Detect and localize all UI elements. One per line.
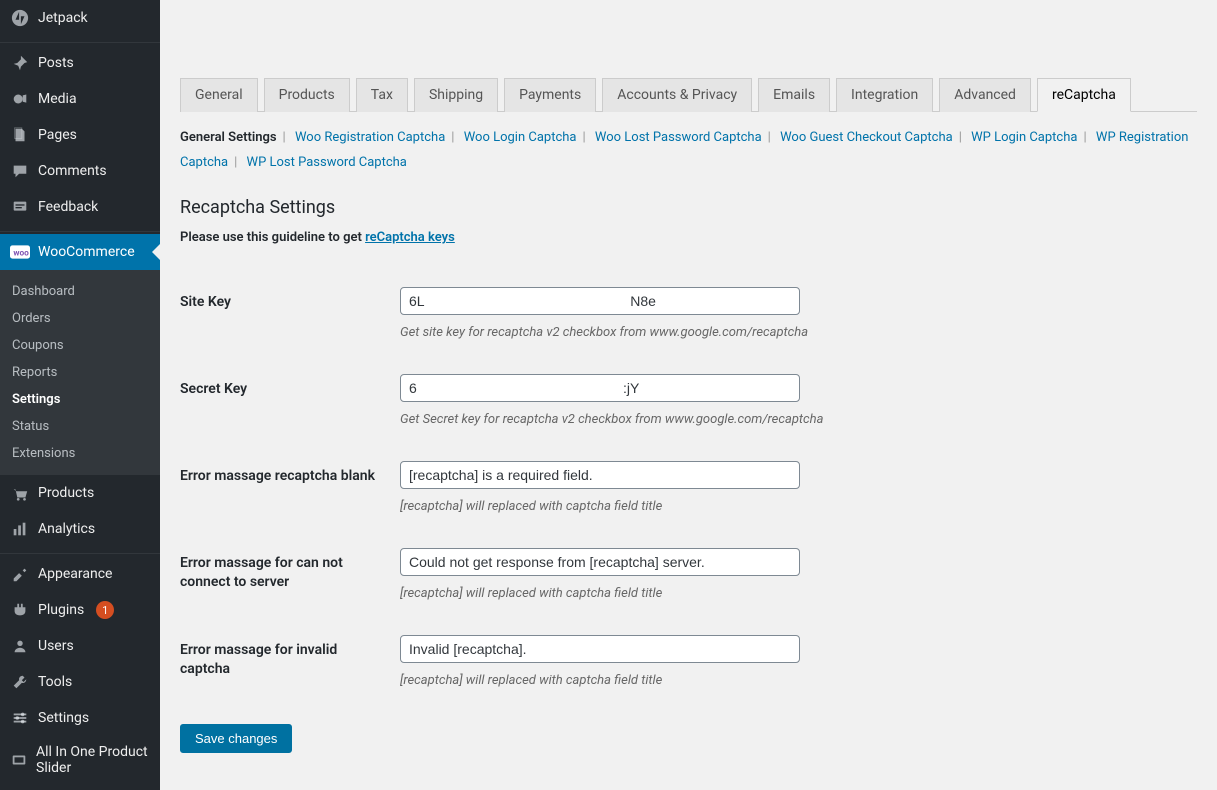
tab-accounts-privacy[interactable]: Accounts & Privacy xyxy=(602,78,752,112)
sidebar-item-label: Media xyxy=(38,91,77,107)
submenu-item-dashboard[interactable]: Dashboard xyxy=(0,278,160,305)
sidebar-item-label: Feedback xyxy=(38,199,98,215)
tab-advanced[interactable]: Advanced xyxy=(939,78,1031,112)
tab-payments[interactable]: Payments xyxy=(504,78,596,112)
sidebar-item-settings[interactable]: Settings xyxy=(0,700,160,736)
sidebar-item-media[interactable]: Media xyxy=(0,81,160,117)
submenu-item-settings[interactable]: Settings xyxy=(0,386,160,413)
save-changes-button[interactable]: Save changes xyxy=(180,724,292,753)
sidebar-item-jetpack[interactable]: Jetpack xyxy=(0,0,160,36)
submenu-item-reports[interactable]: Reports xyxy=(0,359,160,386)
sidebar-item-feedback[interactable]: Feedback xyxy=(0,189,160,225)
tab-tax[interactable]: Tax xyxy=(356,78,408,112)
sidebar-item-label: Settings xyxy=(38,710,89,726)
plugins-icon xyxy=(10,600,30,620)
sidebar-item-label: Users xyxy=(38,638,74,654)
subtab-wp-login[interactable]: WP Login Captcha xyxy=(971,130,1077,145)
sidebar-item-woocommerce[interactable]: woo WooCommerce xyxy=(0,234,160,270)
pages-icon xyxy=(10,125,30,145)
tab-emails[interactable]: Emails xyxy=(758,78,830,112)
woocommerce-submenu: Dashboard Orders Coupons Reports Setting… xyxy=(0,270,160,475)
sidebar-item-label: Comments xyxy=(38,163,107,179)
main-content: General Products Tax Shipping Payments A… xyxy=(160,0,1217,790)
sidebar-item-label: Jetpack xyxy=(38,10,88,26)
settings-icon xyxy=(10,708,30,728)
subtab-woo-guest-checkout[interactable]: Woo Guest Checkout Captcha xyxy=(780,130,953,145)
sidebar-item-label: Pages xyxy=(38,127,77,143)
desc-secret-key: Get Secret key for recaptcha v2 checkbox… xyxy=(400,412,1187,427)
analytics-icon xyxy=(10,519,30,539)
label-err-server: Error massage for can not connect to ser… xyxy=(180,536,400,623)
subtab-woo-login[interactable]: Woo Login Captcha xyxy=(464,130,577,145)
desc-err-blank: [recaptcha] will replaced with captcha f… xyxy=(400,499,1187,514)
submenu-item-extensions[interactable]: Extensions xyxy=(0,440,160,467)
site-key-input[interactable] xyxy=(400,287,800,315)
woo-icon: woo xyxy=(10,242,30,262)
settings-form: Site Key Get site key for recaptcha v2 c… xyxy=(180,275,1197,710)
plugins-update-badge: 1 xyxy=(96,601,114,619)
sidebar-item-label: WooCommerce xyxy=(38,244,135,260)
sidebar-item-appearance[interactable]: Appearance xyxy=(0,556,160,592)
sidebar-item-users[interactable]: Users xyxy=(0,628,160,664)
sidebar-item-tools[interactable]: Tools xyxy=(0,664,160,700)
sidebar-item-label: Tools xyxy=(38,674,72,690)
section-title: Recaptcha Settings xyxy=(180,197,1197,218)
products-icon xyxy=(10,483,30,503)
tab-shipping[interactable]: Shipping xyxy=(414,78,498,112)
tab-integration[interactable]: Integration xyxy=(836,78,933,112)
submenu-item-coupons[interactable]: Coupons xyxy=(0,332,160,359)
admin-sidebar: Jetpack Posts Media Pages Comments Feedb… xyxy=(0,0,160,790)
sidebar-item-posts[interactable]: Posts xyxy=(0,45,160,81)
guideline-text: Please use this guideline to get reCaptc… xyxy=(180,230,1197,245)
sidebar-item-label: Products xyxy=(38,485,94,501)
users-icon xyxy=(10,636,30,656)
submenu-item-orders[interactable]: Orders xyxy=(0,305,160,332)
submenu-item-status[interactable]: Status xyxy=(0,413,160,440)
subtab-wp-lost-password[interactable]: WP Lost Password Captcha xyxy=(247,155,407,170)
tools-icon xyxy=(10,672,30,692)
recaptcha-keys-link[interactable]: reCaptcha keys xyxy=(365,230,455,245)
sidebar-item-label: Posts xyxy=(38,55,74,71)
label-secret-key: Secret Key xyxy=(180,362,400,449)
jetpack-icon xyxy=(10,8,30,28)
sidebar-item-pages[interactable]: Pages xyxy=(0,117,160,153)
subtab-woo-lost-password[interactable]: Woo Lost Password Captcha xyxy=(595,130,762,145)
label-err-invalid: Error massage for invalid captcha xyxy=(180,623,400,710)
err-server-input[interactable] xyxy=(400,548,800,576)
subtab-general-settings[interactable]: General Settings xyxy=(180,130,277,145)
label-site-key: Site Key xyxy=(180,275,400,362)
desc-site-key: Get site key for recaptcha v2 checkbox f… xyxy=(400,325,1187,340)
tab-recaptcha[interactable]: reCaptcha xyxy=(1037,78,1131,112)
pin-icon xyxy=(10,53,30,73)
label-err-blank: Error massage recaptcha blank xyxy=(180,449,400,536)
sidebar-item-label: All In One Product Slider xyxy=(36,744,152,776)
sidebar-item-products[interactable]: Products xyxy=(0,475,160,511)
settings-subtabs: General Settings| Woo Registration Captc… xyxy=(180,126,1197,175)
desc-err-invalid: [recaptcha] will replaced with captcha f… xyxy=(400,673,1187,688)
sidebar-item-plugins[interactable]: Plugins 1 xyxy=(0,592,160,628)
comments-icon xyxy=(10,161,30,181)
err-invalid-input[interactable] xyxy=(400,635,800,663)
secret-key-input[interactable] xyxy=(400,374,800,402)
settings-tabs: General Products Tax Shipping Payments A… xyxy=(180,78,1197,112)
svg-text:woo: woo xyxy=(13,248,29,258)
media-icon xyxy=(10,89,30,109)
sidebar-item-label: Analytics xyxy=(38,521,95,537)
slider-icon xyxy=(10,750,28,770)
sidebar-item-slider[interactable]: All In One Product Slider xyxy=(0,736,160,784)
desc-err-server: [recaptcha] will replaced with captcha f… xyxy=(400,586,1187,601)
feedback-icon xyxy=(10,197,30,217)
tab-products[interactable]: Products xyxy=(264,78,350,112)
appearance-icon xyxy=(10,564,30,584)
sidebar-item-label: Plugins xyxy=(38,602,84,618)
err-blank-input[interactable] xyxy=(400,461,800,489)
sidebar-item-comments[interactable]: Comments xyxy=(0,153,160,189)
tab-general[interactable]: General xyxy=(180,78,258,112)
sidebar-item-analytics[interactable]: Analytics xyxy=(0,511,160,547)
subtab-woo-registration[interactable]: Woo Registration Captcha xyxy=(295,130,445,145)
sidebar-item-label: Appearance xyxy=(38,566,112,582)
